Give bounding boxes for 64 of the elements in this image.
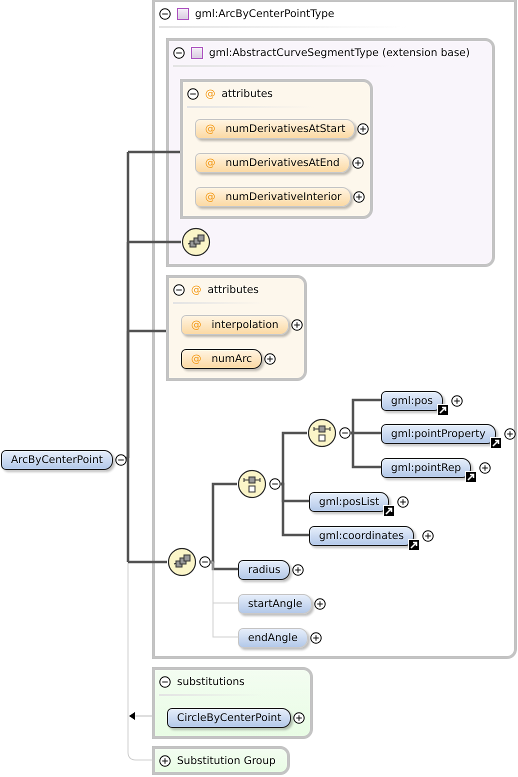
expand-icon[interactable] — [357, 122, 370, 134]
collapse-icon[interactable] — [199, 556, 211, 568]
attribute-marker: @ — [205, 156, 216, 168]
choice-compositor-icon[interactable] — [307, 418, 338, 449]
expand-icon[interactable] — [450, 394, 463, 406]
expand-icon[interactable] — [353, 190, 366, 202]
collapse-icon[interactable] — [339, 427, 351, 439]
sequence-compositor-icon[interactable] — [181, 227, 212, 258]
panel-title: gml:AbstractCurveSegmentType (extension base) — [209, 47, 470, 59]
expand-icon[interactable] — [314, 598, 326, 610]
shortcut-arrow-icon — [465, 471, 478, 483]
expand-icon[interactable] — [159, 755, 171, 767]
expand-icon[interactable] — [479, 462, 492, 474]
collapse-icon[interactable] — [173, 284, 185, 296]
arrowhead-icon — [129, 712, 135, 720]
expand-icon[interactable] — [264, 352, 276, 364]
attribute-marker: @ — [191, 284, 202, 296]
shortcut-arrow-icon — [408, 539, 420, 551]
collapse-icon[interactable] — [159, 676, 171, 688]
element-node[interactable]: radius — [238, 560, 290, 580]
element-node[interactable]: endAngle — [238, 628, 308, 648]
attribute-node[interactable]: @ interpolation — [181, 314, 289, 334]
collapse-icon[interactable] — [173, 47, 185, 59]
panel-title: Substitution Group — [177, 755, 276, 767]
element-node[interactable]: gml:pointRep — [381, 458, 472, 478]
sequence-compositor-icon[interactable] — [167, 547, 198, 578]
expand-icon[interactable] — [310, 632, 322, 644]
expand-icon[interactable] — [422, 530, 434, 542]
element-node[interactable]: CircleByCenterPoint — [167, 708, 292, 728]
expand-icon[interactable] — [293, 712, 306, 724]
panel-title: attributes — [208, 284, 259, 296]
collapse-icon[interactable] — [269, 478, 281, 490]
attribute-node[interactable]: @ numArc — [181, 348, 262, 368]
attribute-marker: @ — [191, 352, 202, 364]
attribute-node[interactable]: @ numDerivativesAtEnd — [195, 152, 350, 172]
attribute-node[interactable]: @ numDerivativesAtStart — [195, 118, 356, 138]
element-node[interactable]: ArcByCenterPoint — [1, 450, 113, 470]
shortcut-arrow-icon — [383, 505, 396, 517]
panel-title: substitutions — [177, 676, 245, 688]
collapse-icon[interactable] — [114, 454, 127, 466]
attribute-node[interactable]: @ numDerivativeInterior — [195, 186, 352, 206]
complex-type-icon — [191, 47, 203, 59]
choice-compositor-icon[interactable] — [237, 469, 268, 500]
attribute-marker: @ — [191, 318, 202, 330]
expand-icon[interactable] — [397, 496, 410, 508]
expand-icon[interactable] — [352, 156, 364, 168]
attribute-marker: @ — [205, 190, 216, 202]
collapse-icon[interactable] — [187, 88, 199, 100]
collapse-icon[interactable] — [159, 8, 171, 20]
element-node[interactable]: gml:posList — [309, 492, 390, 512]
panel-title: gml:ArcByCenterPointType — [195, 8, 334, 20]
shortcut-arrow-icon — [490, 437, 502, 449]
panel-title: attributes — [222, 88, 273, 100]
complex-type-icon — [177, 8, 189, 20]
element-node[interactable]: startAngle — [238, 594, 312, 614]
expand-icon[interactable] — [504, 428, 516, 440]
attribute-marker: @ — [205, 122, 216, 134]
element-node[interactable]: gml:coordinates — [309, 526, 414, 546]
expand-icon[interactable] — [292, 564, 304, 576]
element-node[interactable]: gml:pointProperty — [381, 424, 496, 444]
element-node[interactable]: gml:pos — [381, 390, 443, 410]
shortcut-arrow-icon — [436, 404, 449, 416]
attribute-marker: @ — [205, 88, 216, 100]
expand-icon[interactable] — [290, 318, 303, 330]
